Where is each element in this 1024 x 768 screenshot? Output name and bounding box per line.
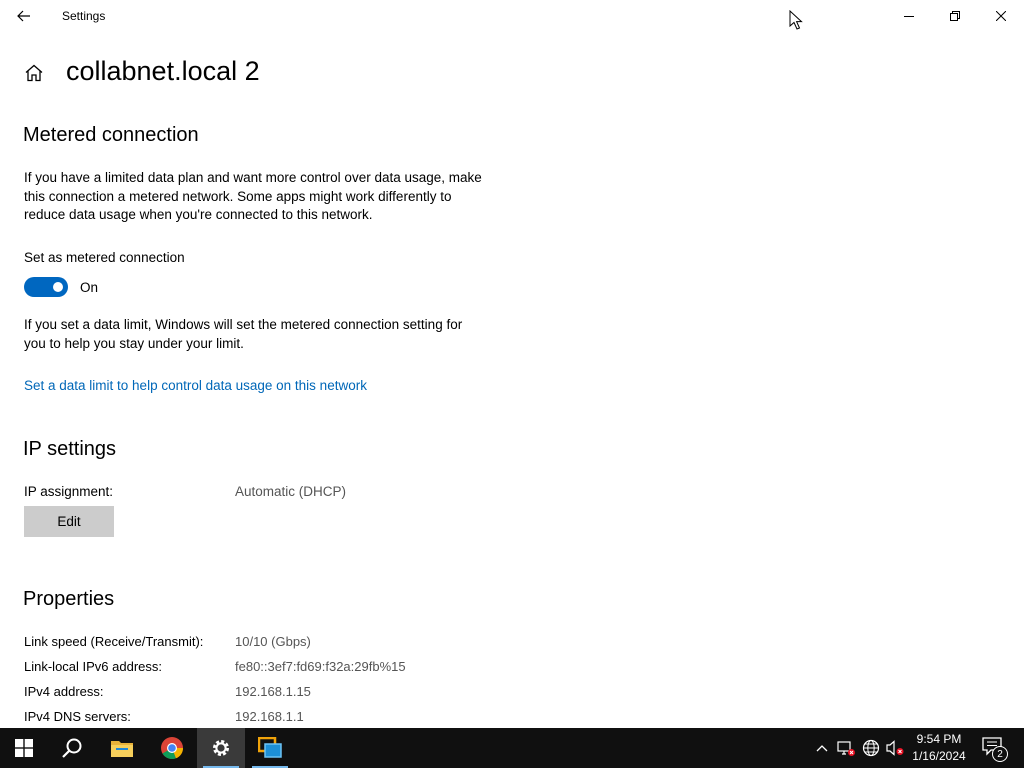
properties-heading: Properties [23, 588, 115, 610]
network-warning-icon [837, 741, 855, 756]
volume-button[interactable] [885, 738, 905, 758]
restore-button[interactable] [932, 0, 978, 32]
start-button[interactable] [0, 728, 48, 768]
property-label: Link-local IPv6 address: [24, 659, 163, 674]
metered-toggle-label: Set as metered connection [24, 250, 185, 265]
clock[interactable]: 9:54 PM 1/16/2024 [904, 731, 974, 765]
minimize-icon [904, 16, 914, 17]
property-label: IPv4 DNS servers: [24, 709, 131, 724]
vmware-icon [258, 737, 282, 758]
clock-time: 9:54 PM [916, 732, 962, 746]
minimize-button[interactable] [886, 0, 932, 32]
show-hidden-icons-button[interactable] [812, 738, 832, 758]
action-center-button[interactable]: 2 [978, 734, 1008, 762]
taskbar: 9:54 PM 1/16/2024 2 [0, 728, 1024, 768]
metered-toggle[interactable] [24, 277, 68, 297]
notification-count-badge: 2 [992, 746, 1008, 762]
property-label: IPv4 address: [24, 684, 104, 699]
file-explorer-icon [111, 741, 133, 757]
ip-assignment-label: IP assignment: [24, 484, 114, 499]
close-icon [996, 11, 1006, 21]
metered-description: If you have a limited data plan and want… [24, 170, 482, 222]
close-button[interactable] [978, 0, 1024, 32]
settings-icon [213, 740, 229, 756]
search-button[interactable] [48, 728, 96, 768]
settings-content: collabnet.local 2 Metered connection If … [0, 32, 1024, 728]
back-arrow-icon [17, 10, 30, 22]
property-value: 192.168.1.1 [235, 709, 304, 724]
app-title: Settings [62, 9, 106, 23]
vmware-button[interactable] [246, 728, 294, 768]
file-explorer-button[interactable] [98, 728, 146, 768]
ip-settings-heading: IP settings [23, 438, 117, 460]
title-bar: Settings [0, 0, 1024, 32]
back-button[interactable] [8, 2, 40, 30]
clock-date: 1/16/2024 [912, 749, 966, 763]
language-button[interactable] [861, 738, 881, 758]
start-icon [15, 739, 33, 757]
network-status-button[interactable] [836, 738, 856, 758]
property-value: fe80::3ef7:fd69:f32a:29fb%15 [235, 659, 406, 674]
metered-toggle-state: On [80, 280, 99, 295]
property-label: Link speed (Receive/Transmit): [24, 634, 204, 649]
volume-muted-icon [886, 740, 904, 756]
property-value: 192.168.1.15 [235, 684, 311, 699]
set-data-limit-link[interactable]: Set a data limit to help control data us… [24, 378, 367, 393]
ip-assignment-value: Automatic (DHCP) [235, 484, 347, 499]
chrome-button[interactable] [148, 728, 196, 768]
search-icon [62, 738, 82, 758]
settings-taskbar-button[interactable] [197, 728, 245, 768]
globe-icon [862, 739, 880, 757]
toggle-knob [53, 282, 63, 292]
home-icon[interactable] [24, 63, 44, 83]
data-limit-note: If you set a data limit, Windows will se… [24, 317, 463, 351]
page-title: collabnet.local 2 [66, 56, 260, 86]
property-value: 10/10 (Gbps) [235, 634, 311, 649]
restore-icon [950, 11, 960, 21]
chevron-up-icon [816, 745, 828, 752]
chrome-icon [161, 737, 184, 760]
metered-connection-heading: Metered connection [23, 124, 199, 146]
edit-ip-button[interactable]: Edit [24, 506, 114, 537]
